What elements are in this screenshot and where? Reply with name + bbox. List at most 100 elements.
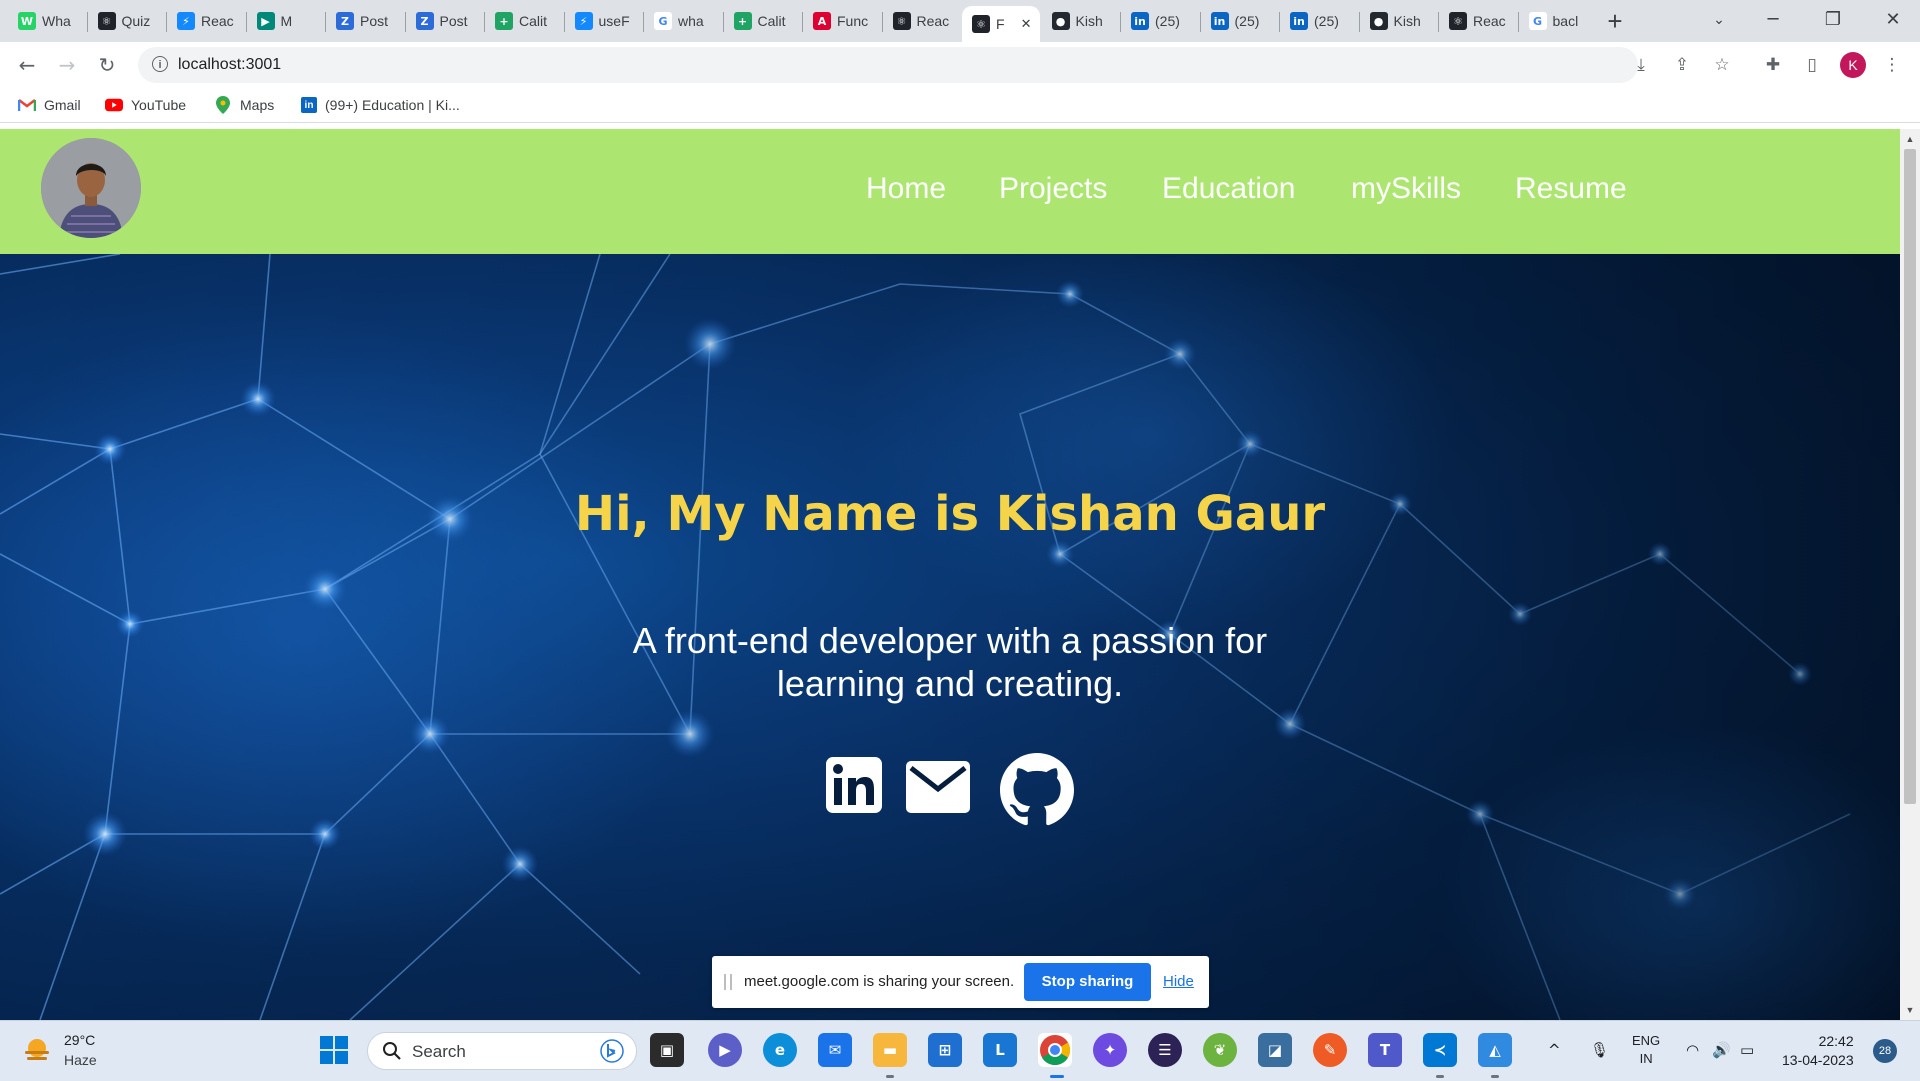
system-clock[interactable]: 22:42 13-04-2023 [1782,1032,1854,1070]
url-text[interactable]: localhost:3001 [178,56,281,74]
back-button[interactable]: ← [12,50,42,80]
battery-icon[interactable]: ▭ [1740,1041,1754,1059]
browser-tab[interactable]: ⚛ Reac [883,4,961,38]
email-link[interactable] [906,761,970,813]
bookmark-label: Gmail [44,97,81,113]
forward-button[interactable]: → [52,50,82,80]
bookmark-youtube[interactable]: YouTube [105,95,186,115]
nav-link-home[interactable]: Home [866,172,946,206]
scroll-down-arrow[interactable]: ▼ [1900,1002,1920,1018]
browser-tab[interactable]: ● Kish [1042,4,1120,38]
region-code: IN [1639,1051,1653,1066]
vscode-icon[interactable]: ≺ [1423,1033,1457,1067]
copilot-icon[interactable]: ✦ [1093,1033,1127,1067]
task-view-icon[interactable]: ▣ [650,1033,684,1067]
linkedin-link[interactable] [826,757,882,813]
tab-label: useF [598,13,630,29]
browser-tab[interactable]: A Func [803,4,881,38]
language-code: ENG [1632,1033,1661,1048]
eclipse-icon[interactable]: ☰ [1148,1033,1182,1067]
file-explorer-icon[interactable]: ▬ [873,1033,907,1067]
sheets-icon: + [733,12,752,30]
install-app-icon[interactable]: ⤓ [1626,50,1656,80]
nav-link-projects[interactable]: Projects [999,172,1107,206]
clock-date: 13-04-2023 [1782,1052,1854,1068]
tab-search-chevron-icon[interactable]: ⌄ [1694,0,1744,40]
tab-label: Post [439,13,468,29]
microphone-icon[interactable]: 🎙 [1590,1041,1609,1059]
browser-tab[interactable]: ● Kish [1360,4,1438,38]
react-icon: ⚛ [97,12,116,30]
running-indicator [886,1075,894,1078]
browser-tab[interactable]: in (25) [1201,4,1279,38]
close-window-button[interactable]: ✕ [1868,0,1918,40]
teams-chat-icon[interactable]: ▶ [708,1033,742,1067]
react-icon: ⚛ [892,12,911,30]
minimize-button[interactable]: ─ [1748,0,1798,40]
github-link[interactable] [1000,753,1074,827]
bookmark-star-icon[interactable]: ☆ [1707,50,1737,80]
bookmark-gmail[interactable]: Gmail [18,95,81,115]
browser-tab[interactable]: Z Post [326,4,404,38]
drag-handle[interactable] [724,974,732,990]
browser-tab[interactable]: ⚡ useF [565,4,643,38]
address-bar[interactable]: i localhost:3001 [138,47,1638,83]
outlook-icon[interactable]: ✉ [818,1033,852,1067]
side-panel-icon[interactable]: ▯ [1797,50,1827,80]
show-hidden-icons-chevron[interactable]: ^ [1548,1041,1561,1059]
browser-tab[interactable]: ⚡ Reac [167,4,245,38]
site-info-icon[interactable]: i [152,56,168,72]
browser-tab[interactable]: ⚛ Quiz [88,4,166,38]
weather-description[interactable]: Haze [64,1052,97,1068]
extensions-icon[interactable]: ✚ [1758,50,1788,80]
mysql-workbench-icon[interactable]: ◪ [1258,1033,1292,1067]
edge-icon[interactable]: e [763,1033,797,1067]
weather-temperature[interactable]: 29°C [64,1032,95,1048]
browser-tab[interactable]: + Calit [485,4,563,38]
menu-icon[interactable]: ⋮ [1877,50,1907,80]
browser-tab[interactable]: ▶ M [247,4,325,38]
postman-icon[interactable]: ✎ [1313,1033,1347,1067]
teams-icon[interactable]: T [1368,1033,1402,1067]
browser-tab[interactable]: Gbacl [1519,4,1597,38]
bookmark-maps[interactable]: Maps [214,95,274,115]
chrome-icon[interactable] [1038,1033,1072,1067]
nav-link-education[interactable]: Education [1162,172,1295,206]
scroll-up-arrow[interactable]: ▲ [1900,131,1920,147]
windows-start-icon[interactable] [317,1033,351,1067]
microsoft-store-icon[interactable]: ⊞ [928,1033,962,1067]
weather-haze-icon[interactable] [22,1036,52,1066]
language-indicator[interactable]: ENG IN [1632,1032,1660,1068]
browser-tab[interactable]: + Calit [724,4,802,38]
nav-link-resume[interactable]: Resume [1515,172,1627,206]
scroll-thumb[interactable] [1904,149,1916,804]
spring-tools-icon[interactable]: ❦ [1203,1033,1237,1067]
browser-tab[interactable]: W Wha [8,4,86,38]
browser-tab[interactable]: ⚛ F ✕ [962,6,1040,42]
reload-button[interactable]: ↻ [92,50,122,80]
nav-link-myskills[interactable]: mySkills [1351,172,1461,206]
profile-photo [41,138,141,238]
browser-tab[interactable]: in (25) [1121,4,1199,38]
volume-icon[interactable]: 🔊 [1712,1041,1731,1059]
photos-icon[interactable]: ◭ [1478,1033,1512,1067]
restore-button[interactable]: ❐ [1808,0,1858,40]
bookmark-linkedin[interactable]: in (99+) Education | Ki... [301,95,460,115]
taskbar-search[interactable]: Search [367,1032,637,1070]
browser-tab[interactable]: ⚛ Reac [1439,4,1517,38]
profile-avatar[interactable]: K [1840,52,1866,78]
share-status-text: meet.google.com is sharing your screen. [744,973,1015,990]
browser-tab[interactable]: Z Post [406,4,484,38]
page-scrollbar[interactable]: ▲ ▼ [1900,129,1920,1020]
share-icon[interactable]: ⇪ [1667,50,1697,80]
new-tab-button[interactable]: + [1600,6,1630,36]
stop-sharing-button[interactable]: Stop sharing [1024,963,1151,1001]
browser-tab[interactable]: in (25) [1280,4,1358,38]
notification-badge[interactable]: 28 [1873,1039,1897,1063]
browser-tab[interactable]: Gwha [644,4,722,38]
hide-link[interactable]: Hide [1163,973,1194,990]
lens-app-icon[interactable]: L [983,1033,1017,1067]
close-tab-icon[interactable]: ✕ [1021,17,1032,32]
linkedin-icon: in [1210,12,1229,30]
wifi-icon[interactable]: ◠ [1686,1041,1699,1059]
